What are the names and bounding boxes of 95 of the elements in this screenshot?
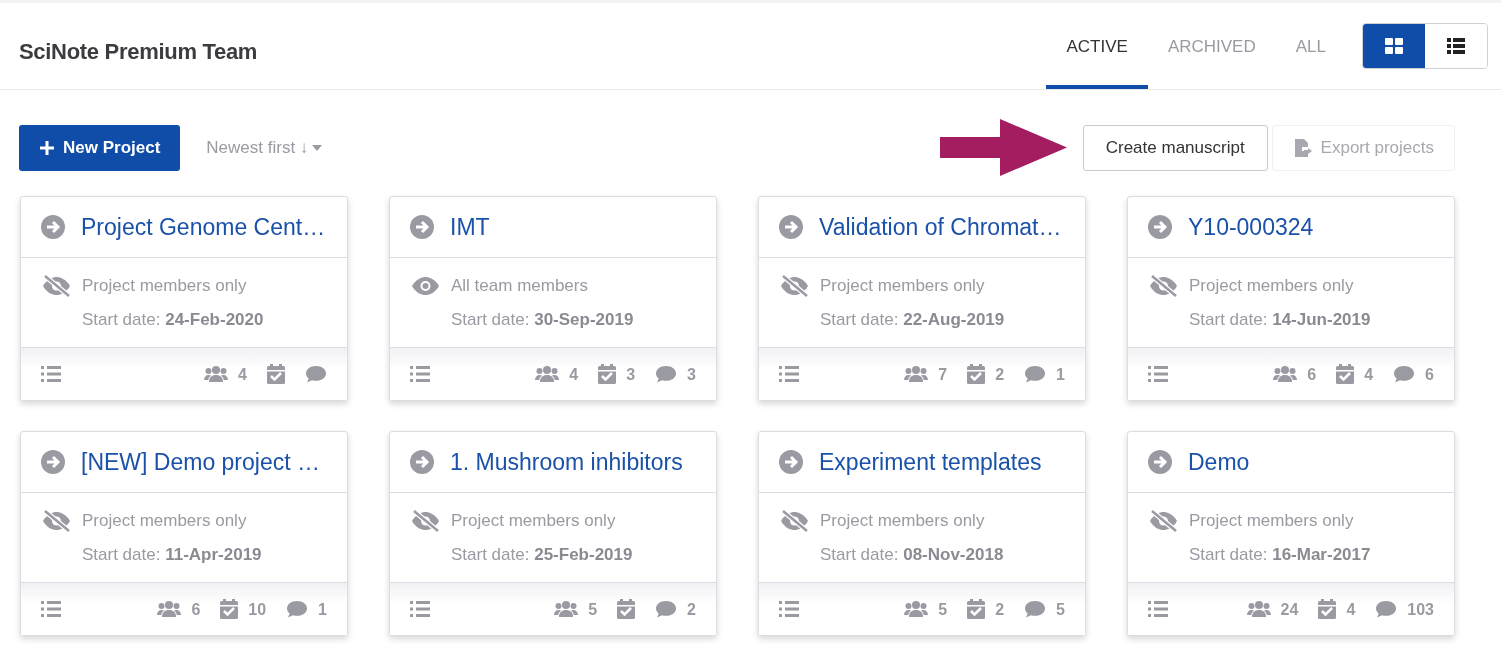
users-icon	[535, 365, 560, 383]
visibility-label: Project members only	[82, 275, 247, 297]
visibility-label: All team members	[451, 275, 588, 297]
arrow-circle-icon	[410, 450, 434, 474]
start-date: Start date: 08-Nov-2018	[819, 543, 1005, 566]
visibility-label: Project members only	[1189, 510, 1354, 532]
arrow-circle-icon	[41, 215, 65, 239]
count-label: 4	[1346, 600, 1356, 620]
users-icon	[204, 365, 229, 383]
comment-icon	[1393, 365, 1416, 383]
count-label: 6	[1307, 365, 1317, 385]
count-label: 5	[588, 600, 598, 620]
new-project-button[interactable]: New Project	[19, 124, 181, 171]
users-icon	[157, 600, 182, 618]
count-label: 3	[687, 365, 696, 385]
calendar-check-icon	[220, 599, 239, 619]
project-link[interactable]: 1. Mushroom inhibitors	[450, 444, 683, 480]
count-label: 7	[938, 365, 948, 385]
count-label: 10	[248, 600, 267, 620]
calendar-check-icon	[598, 364, 617, 384]
visibility-label: Project members only	[1189, 275, 1354, 297]
start-date: Start date: 16-Mar-2017	[1188, 543, 1372, 566]
arrow-circle-icon	[1148, 215, 1172, 239]
visibility-label: Project members only	[451, 510, 616, 532]
count-label: 1	[1056, 365, 1065, 385]
start-date: Start date: 22-Aug-2019	[819, 308, 1006, 331]
users-icon	[1246, 600, 1271, 618]
card-view-button[interactable]	[1363, 24, 1425, 68]
arrow-circle-icon	[1148, 450, 1172, 474]
list-icon	[41, 366, 61, 382]
users-icon	[1273, 365, 1298, 383]
file-export-icon	[1292, 137, 1313, 158]
count-label: 4	[1364, 365, 1374, 385]
list-icon	[41, 601, 61, 617]
project-link[interactable]: IMT	[450, 209, 490, 245]
list-icon	[1148, 366, 1168, 382]
list-icon	[410, 366, 430, 382]
list-icon	[1447, 38, 1465, 54]
team-title: SciNote Premium Team	[19, 37, 258, 66]
count-label: 103	[1407, 600, 1434, 620]
users-icon	[904, 600, 929, 618]
users-icon	[904, 365, 929, 383]
tab[interactable]: ACTIVE	[1046, 3, 1148, 89]
start-date: Start date: 11-Apr-2019	[81, 543, 263, 566]
calendar-check-icon	[1318, 599, 1337, 619]
visibility-label: Project members only	[820, 275, 985, 297]
comment-icon	[1024, 365, 1047, 383]
count-label: 4	[569, 365, 579, 385]
count-label: 3	[626, 365, 636, 385]
project-link[interactable]: Y10-000324	[1188, 209, 1314, 245]
count-label: 5	[1056, 600, 1065, 620]
project-link[interactable]: Demo	[1188, 444, 1250, 480]
start-date: Start date: 25-Feb-2019	[450, 543, 634, 566]
comment-icon	[655, 600, 678, 618]
comment-icon	[1375, 600, 1398, 618]
count-label: 5	[938, 600, 948, 620]
project-link[interactable]: Validation of Chromat…	[819, 209, 1062, 245]
start-date: Start date: 24-Feb-2020	[81, 308, 265, 331]
calendar-check-icon	[967, 364, 986, 384]
count-label: 24	[1280, 600, 1299, 620]
comment-icon	[286, 600, 309, 618]
list-icon	[779, 366, 799, 382]
calendar-check-icon	[967, 599, 986, 619]
count-label: 2	[687, 600, 696, 620]
plus-icon	[39, 139, 55, 156]
calendar-check-icon	[617, 599, 636, 619]
project-link[interactable]: Project Genome Cent…	[81, 209, 326, 245]
list-icon	[410, 601, 430, 617]
grid-icon	[1385, 38, 1403, 54]
list-icon	[1148, 601, 1168, 617]
start-date: Start date: 30-Sep-2019	[450, 308, 635, 331]
count-label: 6	[1425, 365, 1434, 385]
project-link[interactable]: [NEW] Demo project …	[81, 444, 320, 480]
comment-icon	[1024, 600, 1047, 618]
comment-icon	[305, 365, 327, 383]
calendar-check-icon	[1336, 364, 1355, 384]
arrow-circle-icon	[779, 450, 803, 474]
count-label: 1	[318, 600, 327, 620]
start-date: Start date: 14-Jun-2019	[1188, 308, 1372, 331]
arrow-circle-icon	[410, 215, 434, 239]
arrow-circle-icon	[41, 450, 65, 474]
count-label: 6	[191, 600, 201, 620]
count-label: 4	[238, 365, 247, 385]
calendar-check-icon	[267, 364, 285, 384]
project-link[interactable]: Experiment templates	[819, 444, 1042, 480]
comment-icon	[655, 365, 678, 383]
count-label: 2	[995, 600, 1005, 620]
visibility-label: Project members only	[82, 510, 247, 532]
users-icon	[554, 600, 579, 618]
list-icon	[779, 601, 799, 617]
count-label: 2	[995, 365, 1005, 385]
create-manuscript-button[interactable]: Create manuscript	[1082, 124, 1268, 171]
arrow-circle-icon	[779, 215, 803, 239]
visibility-label: Project members only	[820, 510, 985, 532]
caret-icon	[312, 144, 323, 151]
